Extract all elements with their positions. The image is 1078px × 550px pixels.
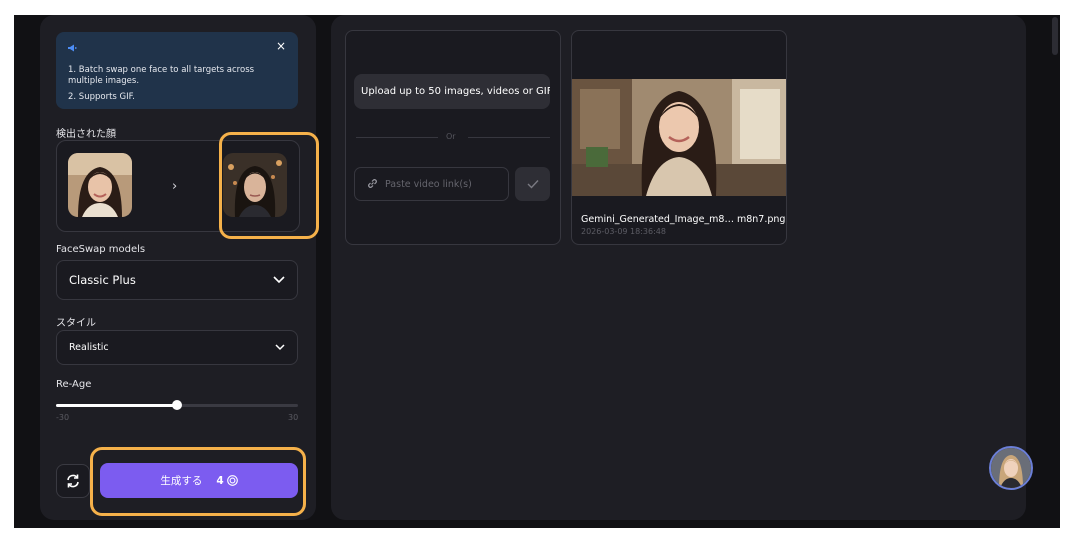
or-label: Or bbox=[446, 132, 456, 141]
re-age-slider-fill bbox=[56, 404, 177, 407]
close-icon[interactable]: × bbox=[276, 40, 286, 52]
settings-panel: × 1. Batch swap one face to all targets … bbox=[40, 15, 319, 520]
info-item: 1. Batch swap one face to all targets ac… bbox=[68, 65, 255, 86]
app-window: × 1. Batch swap one face to all targets … bbox=[14, 15, 1060, 528]
info-banner: × 1. Batch swap one face to all targets … bbox=[56, 32, 298, 109]
avatar[interactable] bbox=[989, 446, 1033, 490]
chevron-down-icon bbox=[273, 276, 285, 284]
scrollbar[interactable] bbox=[1052, 17, 1058, 55]
chevron-down-icon bbox=[275, 344, 285, 351]
info-item: 2. Supports GIF. bbox=[68, 92, 135, 102]
faceswap-model-select[interactable]: Classic Plus bbox=[56, 260, 298, 300]
generate-button-highlight bbox=[90, 447, 306, 516]
video-link-placeholder: Paste video link(s) bbox=[385, 179, 472, 190]
re-age-label: Re-Age bbox=[56, 379, 92, 390]
link-icon bbox=[368, 179, 377, 188]
upload-card: Upload up to 50 images, videos or GIFs O… bbox=[345, 30, 561, 245]
arrow-right-icon: › bbox=[172, 179, 178, 194]
video-link-input[interactable]: Paste video link(s) bbox=[354, 167, 509, 201]
confirm-link-button[interactable] bbox=[515, 167, 550, 201]
re-age-max-label: 30 bbox=[288, 413, 299, 422]
divider-right bbox=[468, 137, 550, 138]
detected-faces-label: 検出された顔 bbox=[56, 129, 116, 140]
image-file-name: Gemini_Generated_Image_m8… m8n7.png bbox=[581, 214, 786, 225]
info-list: 1. Batch swap one face to all targets ac… bbox=[68, 65, 288, 109]
upload-button[interactable]: Upload up to 50 images, videos or GIFs bbox=[354, 74, 550, 109]
re-age-slider-handle[interactable] bbox=[172, 400, 182, 410]
upload-button-label: Upload up to 50 images, videos or GIFs bbox=[361, 86, 550, 97]
image-timestamp: 2026-03-09 18:36:48 bbox=[581, 227, 666, 236]
media-panel: Upload up to 50 images, videos or GIFs O… bbox=[331, 15, 1026, 520]
divider-left bbox=[356, 137, 438, 138]
target-image-card[interactable]: Gemini_Generated_Image_m8… m8n7.png 2026… bbox=[571, 30, 787, 245]
target-image-thumbnail[interactable] bbox=[572, 79, 786, 196]
re-age-min-label: -30 bbox=[56, 413, 70, 422]
reset-button[interactable] bbox=[56, 464, 90, 498]
re-age-slider[interactable] bbox=[56, 400, 298, 410]
style-label: スタイル bbox=[56, 318, 96, 329]
target-face-highlight bbox=[219, 132, 319, 239]
refresh-icon bbox=[67, 474, 79, 488]
faceswap-model-value: Classic Plus bbox=[69, 273, 136, 287]
megaphone-icon bbox=[68, 44, 77, 52]
faceswap-models-label: FaceSwap models bbox=[56, 244, 146, 255]
style-select[interactable]: Realistic bbox=[56, 330, 298, 365]
style-value: Realistic bbox=[69, 342, 109, 353]
check-icon bbox=[527, 180, 539, 189]
source-face-thumbnail[interactable] bbox=[68, 153, 132, 217]
